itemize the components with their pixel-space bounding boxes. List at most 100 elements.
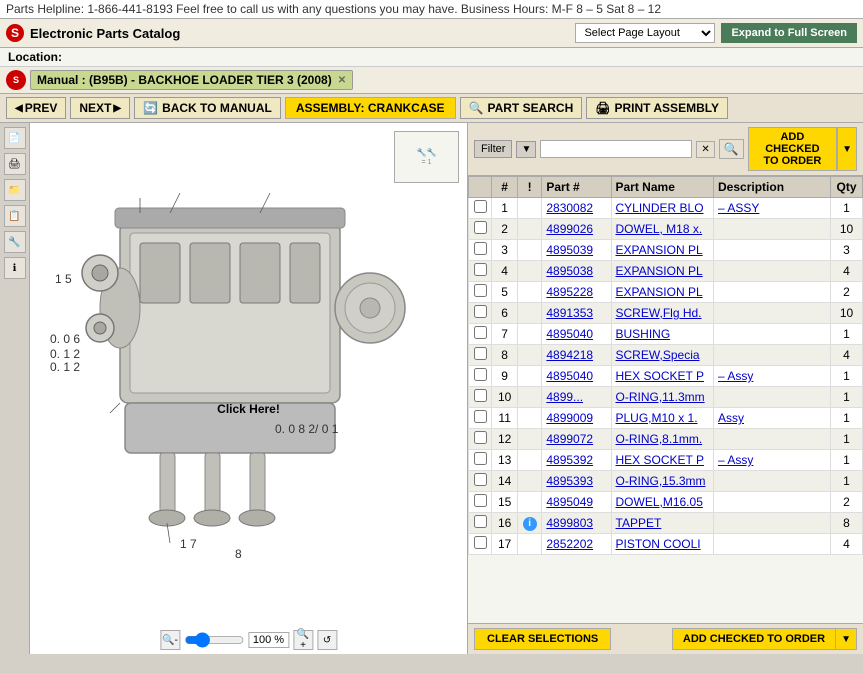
row-num: 5 xyxy=(492,282,518,303)
filter-dropdown-button[interactable]: ▼ xyxy=(516,141,536,158)
tab-close-icon[interactable]: ✕ xyxy=(338,75,346,86)
tab-label: Manual : (B95B) - BACKHOE LOADER TIER 3 … xyxy=(37,73,332,87)
filter-clear-button[interactable]: ✕ xyxy=(696,141,714,158)
part-name-link[interactable]: CYLINDER BLO xyxy=(616,201,704,215)
part-name-link[interactable]: DOWEL,M16.05 xyxy=(616,495,703,509)
row-checkbox[interactable] xyxy=(474,494,487,507)
part-name-link[interactable]: SCREW,Flg Hd. xyxy=(616,306,702,320)
part-number-link[interactable]: 4899026 xyxy=(546,222,593,236)
main-content: 📄 🖨 📁 📋 🔧 ℹ 🔧🔧 = 1 Click Here! xyxy=(0,123,863,654)
row-part-number: 4895228 xyxy=(542,282,611,303)
part-number-link[interactable]: 4895040 xyxy=(546,327,593,341)
part-number-link[interactable]: 4895039 xyxy=(546,243,593,257)
part-name-link[interactable]: PLUG,M10 x 1. xyxy=(616,411,698,425)
part-name-link[interactable]: EXPANSION PL xyxy=(616,243,703,257)
row-checkbox[interactable] xyxy=(474,473,487,486)
part-name-link[interactable]: O-RING,8.1mm. xyxy=(616,432,703,446)
sidebar-icon-document[interactable]: 📄 xyxy=(4,127,26,149)
description-link[interactable]: – ASSY xyxy=(718,201,759,215)
assembly-label: ASSEMBLY: CRANKCASE xyxy=(285,97,456,119)
info-icon[interactable]: i xyxy=(523,517,537,531)
row-checkbox[interactable] xyxy=(474,221,487,234)
part-search-button[interactable]: 🔍 PART SEARCH xyxy=(460,97,583,119)
row-part-name: SCREW,Specia xyxy=(611,345,714,366)
description-link[interactable]: – Assy xyxy=(718,453,753,467)
row-checkbox[interactable] xyxy=(474,200,487,213)
add-order-bottom-dropdown-button[interactable]: ▼ xyxy=(836,628,857,650)
part-number-link[interactable]: 4899... xyxy=(546,390,583,404)
back-to-manual-button[interactable]: 🔄 BACK TO MANUAL xyxy=(134,97,281,119)
part-number-link[interactable]: 4899072 xyxy=(546,432,593,446)
part-name-link[interactable]: EXPANSION PL xyxy=(616,264,703,278)
row-part-name: TAPPET xyxy=(611,513,714,534)
row-part-number: 4895038 xyxy=(542,261,611,282)
sidebar-icon-info[interactable]: ℹ xyxy=(4,257,26,279)
part-name-link[interactable]: O-RING,11.3mm xyxy=(616,390,705,404)
print-assembly-button[interactable]: 🖨 PRINT ASSEMBLY xyxy=(586,97,728,119)
part-number-link[interactable]: 2852202 xyxy=(546,537,593,551)
col-desc: Description xyxy=(714,177,831,198)
part-number-link[interactable]: 4895228 xyxy=(546,285,593,299)
part-number-link[interactable]: 4895049 xyxy=(546,495,593,509)
sidebar-icon-clipboard[interactable]: 📋 xyxy=(4,205,26,227)
part-number-link[interactable]: 2830082 xyxy=(546,201,593,215)
part-number-link[interactable]: 4899803 xyxy=(546,516,593,530)
add-to-order-button[interactable]: ADD CHECKED TO ORDER xyxy=(748,127,837,171)
row-checkbox[interactable] xyxy=(474,389,487,402)
parts-data-table: # ! Part # Part Name Description Qty 128… xyxy=(468,176,863,555)
part-name-link[interactable]: BUSHING xyxy=(616,327,671,341)
row-part-name: HEX SOCKET P xyxy=(611,450,714,471)
row-checkbox[interactable] xyxy=(474,515,487,528)
row-checkbox[interactable] xyxy=(474,347,487,360)
manual-tab[interactable]: Manual : (B95B) - BACKHOE LOADER TIER 3 … xyxy=(30,70,353,90)
zoom-slider[interactable] xyxy=(184,632,244,648)
expand-button[interactable]: Expand to Full Screen xyxy=(721,23,857,43)
add-to-order-dropdown-button[interactable]: ▼ xyxy=(837,127,857,171)
row-checkbox[interactable] xyxy=(474,242,487,255)
row-checkbox[interactable] xyxy=(474,452,487,465)
svg-text:0. 0 6: 0. 0 6 xyxy=(50,332,80,346)
zoom-reset-button[interactable]: ↺ xyxy=(317,630,337,650)
table-row: 12830082CYLINDER BLO– ASSY1 xyxy=(469,198,863,219)
table-header-row: # ! Part # Part Name Description Qty xyxy=(469,177,863,198)
row-description xyxy=(714,240,831,261)
row-checkbox[interactable] xyxy=(474,431,487,444)
description-link[interactable]: Assy xyxy=(718,411,744,425)
sidebar-icon-folder[interactable]: 📁 xyxy=(4,179,26,201)
description-link[interactable]: – Assy xyxy=(718,369,753,383)
part-name-link[interactable]: TAPPET xyxy=(616,516,662,530)
part-number-link[interactable]: 4891353 xyxy=(546,306,593,320)
prev-button[interactable]: ◀ PREV xyxy=(6,97,66,119)
row-checkbox[interactable] xyxy=(474,263,487,276)
part-number-link[interactable]: 4895040 xyxy=(546,369,593,383)
part-number-link[interactable]: 4894218 xyxy=(546,348,593,362)
part-number-link[interactable]: 4895392 xyxy=(546,453,593,467)
part-name-link[interactable]: HEX SOCKET P xyxy=(616,453,704,467)
part-name-link[interactable]: EXPANSION PL xyxy=(616,285,703,299)
sidebar-icon-wrench[interactable]: 🔧 xyxy=(4,231,26,253)
clear-selections-button[interactable]: CLEAR SELECTIONS xyxy=(474,628,611,650)
add-order-bottom-button[interactable]: ADD CHECKED TO ORDER xyxy=(672,628,836,650)
row-checkbox[interactable] xyxy=(474,410,487,423)
row-checkbox[interactable] xyxy=(474,305,487,318)
part-name-link[interactable]: PISTON COOLI xyxy=(616,537,701,551)
part-number-link[interactable]: 4895393 xyxy=(546,474,593,488)
part-number-link[interactable]: 4899009 xyxy=(546,411,593,425)
zoom-out-button[interactable]: 🔍- xyxy=(160,630,180,650)
zoom-in-button[interactable]: 🔍+ xyxy=(293,630,313,650)
row-checkbox[interactable] xyxy=(474,368,487,381)
sidebar-icon-print[interactable]: 🖨 xyxy=(4,153,26,175)
row-checkbox[interactable] xyxy=(474,284,487,297)
part-number-link[interactable]: 4895038 xyxy=(546,264,593,278)
row-part-number: 4895039 xyxy=(542,240,611,261)
part-name-link[interactable]: SCREW,Specia xyxy=(616,348,700,362)
row-checkbox[interactable] xyxy=(474,536,487,549)
part-name-link[interactable]: O-RING,15.3mm xyxy=(616,474,706,488)
row-checkbox[interactable] xyxy=(474,326,487,339)
part-name-link[interactable]: HEX SOCKET P xyxy=(616,369,704,383)
filter-search-button[interactable]: 🔍 xyxy=(719,139,744,159)
next-button[interactable]: NEXT ▶ xyxy=(70,97,130,119)
layout-select[interactable]: Select Page Layout xyxy=(575,23,715,43)
filter-input[interactable] xyxy=(540,140,692,158)
part-name-link[interactable]: DOWEL, M18 x. xyxy=(616,222,703,236)
